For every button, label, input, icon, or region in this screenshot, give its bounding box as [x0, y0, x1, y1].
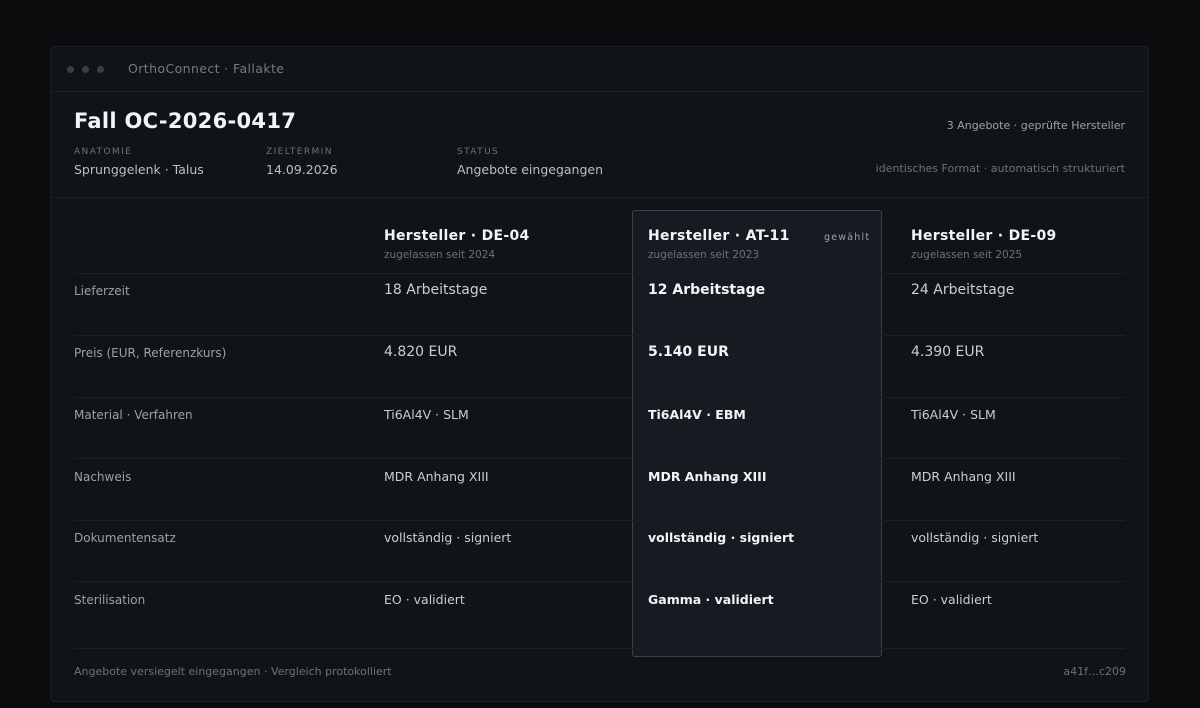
- meta-status: STATUS Angebote eingegangen: [457, 147, 603, 177]
- cell-sterilisation-de09: EO · validiert: [911, 592, 992, 607]
- vendor-name-de04[interactable]: Hersteller · DE-04: [384, 228, 530, 244]
- offers-count: 3 Angebote · geprüfte Hersteller: [946, 119, 1125, 132]
- cell-price-de04: 4.820 EUR: [384, 344, 458, 360]
- row-label-material: Material · Verfahren: [74, 408, 193, 422]
- row-label-price: Preis (EUR, Referenzkurs): [74, 346, 227, 360]
- selected-offer-column[interactable]: [632, 210, 882, 657]
- cell-delivery-de04: 18 Arbeitstage: [384, 282, 488, 298]
- row-label-documents: Dokumentensatz: [74, 531, 176, 545]
- cell-price-de09: 4.390 EUR: [911, 344, 985, 360]
- cell-evidence-de09: MDR Anhang XIII: [911, 469, 1016, 484]
- vendor-since-at11: zugelassen seit 2023: [648, 249, 760, 261]
- cell-delivery-de09: 24 Arbeitstage: [911, 282, 1015, 298]
- page-title: Fall OC-2026-0417: [74, 109, 297, 133]
- window-maximize-dot[interactable]: [97, 66, 104, 73]
- row-divider: [74, 273, 1125, 274]
- footer-hash: a41f…c209: [1063, 665, 1126, 678]
- cell-material-de04: Ti6Al4V · SLM: [384, 407, 469, 422]
- meta-value: Sprunggelenk · Talus: [74, 162, 204, 177]
- meta-label: ANATOMIE: [74, 147, 133, 157]
- row-label-delivery: Lieferzeit: [74, 284, 130, 298]
- row-divider: [74, 458, 1125, 459]
- cell-documents-de04: vollständig · signiert: [384, 530, 512, 545]
- row-divider: [74, 397, 1125, 398]
- cell-evidence-de04: MDR Anhang XIII: [384, 469, 489, 484]
- footer-note: Angebote versiegelt eingegangen · Vergle…: [74, 665, 392, 678]
- vendor-name-de09[interactable]: Hersteller · DE-09: [911, 228, 1057, 244]
- cell-documents-at11: vollständig · signiert: [648, 530, 795, 545]
- meta-value: 14.09.2026: [266, 162, 338, 177]
- cell-evidence-at11: MDR Anhang XIII: [648, 469, 767, 484]
- title-bar: OrthoConnect · Fallakte: [51, 47, 1148, 92]
- meta-target-date: ZIELTERMIN 14.09.2026: [266, 147, 338, 177]
- format-note: identisches Format · automatisch struktu…: [875, 162, 1125, 175]
- selected-badge: gewählt: [824, 232, 871, 243]
- row-label-evidence: Nachweis: [74, 470, 132, 484]
- cell-delivery-at11: 12 Arbeitstage: [648, 282, 766, 298]
- row-label-sterilisation: Sterilisation: [74, 593, 146, 607]
- cell-sterilisation-at11: Gamma · validiert: [648, 592, 774, 607]
- row-divider: [74, 335, 1125, 336]
- row-divider: [74, 520, 1125, 521]
- meta-value: Angebote eingegangen: [457, 162, 604, 177]
- footer-divider: [74, 648, 1125, 649]
- meta-label: ZIELTERMIN: [266, 147, 333, 157]
- vendor-name-at11[interactable]: Hersteller · AT-11: [648, 228, 790, 244]
- header-divider: [51, 197, 1148, 198]
- vendor-since-de04: zugelassen seit 2024: [384, 249, 496, 261]
- meta-label: STATUS: [457, 147, 500, 157]
- meta-anatomy: ANATOMIE Sprunggelenk · Talus: [74, 147, 204, 177]
- window-minimize-dot[interactable]: [82, 66, 89, 73]
- cell-sterilisation-de04: EO · validiert: [384, 592, 465, 607]
- cell-price-at11: 5.140 EUR: [648, 344, 729, 360]
- cell-material-de09: Ti6Al4V · SLM: [911, 407, 996, 422]
- cell-documents-de09: vollständig · signiert: [911, 530, 1039, 545]
- cell-material-at11: Ti6Al4V · EBM: [648, 407, 746, 422]
- case-file-window: OrthoConnect · Fallakte Fall OC-2026-041…: [50, 46, 1149, 702]
- window-close-dot[interactable]: [67, 66, 74, 73]
- window-title: OrthoConnect · Fallakte: [128, 61, 285, 76]
- row-divider: [74, 581, 1125, 582]
- vendor-since-de09: zugelassen seit 2025: [911, 249, 1023, 261]
